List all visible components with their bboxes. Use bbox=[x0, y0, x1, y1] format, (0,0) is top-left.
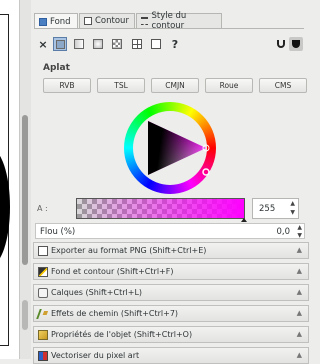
no-paint-icon[interactable]: × bbox=[37, 38, 49, 51]
path-effects-icon bbox=[36, 308, 50, 319]
scrollbar-thumb[interactable] bbox=[22, 115, 28, 265]
tab-fill[interactable]: Fond bbox=[34, 13, 78, 29]
fill-stroke-icon bbox=[38, 266, 48, 277]
blur-slider[interactable]: Flou (%) 0,0 ▲ ▼ bbox=[35, 223, 305, 239]
linear-gradient-icon[interactable] bbox=[73, 38, 85, 50]
dock-trace-pixel-art[interactable]: Vectoriser du pixel art ▲ bbox=[33, 347, 309, 364]
alpha-slider[interactable] bbox=[76, 198, 247, 222]
spin-down-icon[interactable]: ▼ bbox=[297, 232, 302, 239]
collapse-arrow-icon[interactable]: ▲ bbox=[297, 246, 302, 254]
color-wheel[interactable] bbox=[122, 100, 218, 196]
mode-cmyk-button[interactable]: CMJN bbox=[151, 78, 199, 93]
tabs-divider bbox=[34, 28, 304, 29]
pattern-icon[interactable] bbox=[111, 38, 123, 50]
flat-color-icon bbox=[55, 39, 65, 49]
fill-icon bbox=[39, 17, 47, 26]
spin-down-icon[interactable]: ▼ bbox=[290, 209, 295, 216]
stroke-paint-icon bbox=[84, 17, 92, 25]
canvas-vertical-scrollbar[interactable] bbox=[19, 0, 31, 359]
collapse-arrow-icon[interactable]: ▲ bbox=[297, 351, 302, 359]
layers-icon bbox=[38, 287, 48, 298]
mode-wheel-button[interactable]: Roue bbox=[205, 78, 253, 93]
flat-color-button[interactable] bbox=[53, 37, 67, 51]
dock-export-png[interactable]: Exporter au format PNG (Shift+Ctrl+E) ▲ bbox=[33, 242, 309, 259]
mode-hsl-button[interactable]: TSL bbox=[97, 78, 145, 93]
blur-label: Flou (%) bbox=[40, 227, 76, 237]
dock-object-properties[interactable]: Propriétés de l'objet (Shift+Ctrl+O) ▲ bbox=[33, 326, 309, 343]
tab-stroke-style[interactable]: Style du contour bbox=[136, 11, 222, 31]
alpha-slider-marker[interactable] bbox=[241, 218, 247, 222]
spin-up-icon[interactable]: ▲ bbox=[297, 224, 302, 231]
swatch-icon[interactable] bbox=[150, 38, 162, 50]
mode-cms-button[interactable]: CMS bbox=[259, 78, 307, 93]
canvas-area[interactable] bbox=[0, 0, 19, 359]
dock-path-effects[interactable]: Effets de chemin (Shift+Ctrl+7) ▲ bbox=[33, 305, 309, 322]
collapse-arrow-icon[interactable]: ▲ bbox=[297, 309, 302, 317]
evenodd-icon[interactable] bbox=[275, 38, 287, 50]
dock-fill-stroke[interactable]: Fond et contour (Shift+Ctrl+F) ▲ bbox=[33, 263, 309, 280]
alpha-spinbutton[interactable]: 255 ▲ ▼ bbox=[252, 198, 299, 219]
nonzero-icon[interactable] bbox=[289, 37, 303, 51]
export-png-icon bbox=[38, 245, 48, 256]
collapse-arrow-icon[interactable]: ▲ bbox=[297, 267, 302, 275]
section-title-flat: Aplat bbox=[43, 63, 70, 73]
scrollbar-thumb-lower bbox=[22, 300, 28, 330]
collapse-arrow-icon[interactable]: ▲ bbox=[297, 288, 302, 296]
fill-stroke-panel: Fond Contour Style du contour × ? Aplat … bbox=[31, 0, 309, 364]
object-properties-icon bbox=[38, 329, 48, 340]
dock-layers[interactable]: Calques (Shift+Ctrl+L) ▲ bbox=[33, 284, 309, 301]
alpha-label: A : bbox=[37, 204, 48, 213]
trace-pixel-art-icon bbox=[38, 350, 48, 361]
mode-rgb-button[interactable]: RVB bbox=[43, 78, 91, 93]
collapse-arrow-icon[interactable]: ▲ bbox=[297, 330, 302, 338]
unset-icon[interactable]: ? bbox=[169, 38, 181, 51]
spin-up-icon[interactable]: ▲ bbox=[290, 200, 295, 207]
blur-value: 0,0 bbox=[276, 227, 290, 237]
tab-stroke-paint[interactable]: Contour bbox=[79, 13, 135, 28]
radial-gradient-icon[interactable] bbox=[92, 38, 104, 50]
stroke-style-icon bbox=[141, 17, 149, 25]
mesh-icon[interactable] bbox=[131, 38, 143, 50]
